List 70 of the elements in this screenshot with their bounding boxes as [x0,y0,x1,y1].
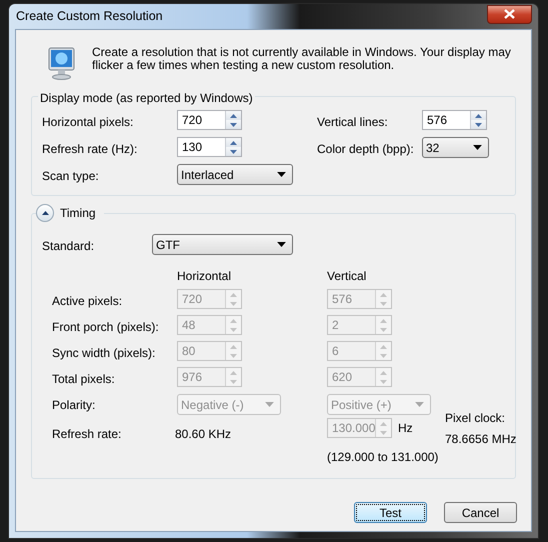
column-header: Horizontal [177,268,232,285]
spin-up-button[interactable] [226,111,241,120]
up-arrow-icon [230,292,237,296]
field-label: Color depth (bpp): [317,141,415,158]
caret-icon [277,242,286,247]
up-arrow-icon [475,114,482,118]
up-arrow-icon [380,292,387,296]
down-arrow-icon [475,122,482,126]
range-hint: (129.000 to 131.000) [327,449,440,466]
field-label: Active pixels: [52,293,124,310]
up-arrow-icon [230,140,237,144]
caret-icon [473,145,482,150]
pixel-clock-label: Pixel clock: [445,410,506,427]
down-arrow-icon [380,354,387,358]
close-button[interactable] [487,4,532,24]
field-label: Vertical lines: [317,114,389,131]
up-arrow-icon [380,370,387,374]
up-arrow-icon [42,211,48,215]
up-arrow-icon [230,370,237,374]
spin-box[interactable]: 130 [177,137,242,157]
down-arrow-icon [380,430,388,434]
down-arrow-icon [230,354,237,358]
dropdown[interactable]: GTF [152,234,293,255]
horizontal-rate: 80.60 KHz [175,426,232,443]
unit-label: Hz [398,420,413,437]
window-title: Create Custom Resolution [15,8,163,26]
up-arrow-icon [380,344,387,348]
field-label: Polarity: [52,397,96,414]
up-arrow-icon [230,318,237,322]
up-arrow-icon [380,422,388,426]
column-header: Vertical [327,268,368,285]
spin-down-button[interactable] [471,120,486,129]
dialog-button[interactable]: Cancel [444,502,517,523]
spin-up-button[interactable] [226,138,241,147]
field-label: Front porch (pixels): [52,319,160,336]
intro-text: Create a resolution that is not currently available in Windows. Your display may flicker a few times when testing a new custom resolution. [92,46,512,74]
monitor-icon [48,47,75,81]
field-label: Total pixels: [52,371,116,388]
down-arrow-icon [380,328,387,332]
field-label: Sync width (pixels): [52,345,156,362]
spin-box[interactable]: 720 [177,110,242,130]
spin-up-button[interactable] [471,111,486,120]
down-arrow-icon [230,380,237,384]
up-arrow-icon [380,318,387,322]
group-title: Timing [60,205,96,222]
down-arrow-icon [230,328,237,332]
up-arrow-icon [230,114,237,118]
down-arrow-icon [230,302,237,306]
field-label: Refresh rate: [52,426,122,443]
collapse-button[interactable] [36,204,54,222]
caret-icon [415,402,424,407]
pixel-clock-value: 78.6656 MHz [445,431,518,448]
spin-box[interactable]: 576 [422,110,487,130]
field-label: Refresh rate (Hz): [42,141,138,158]
up-arrow-icon [230,344,237,348]
down-arrow-icon [230,150,237,154]
caret-icon [277,172,286,177]
dropdown[interactable]: 32 [422,137,489,158]
field-label: Scan type: [42,168,100,185]
close-icon [504,9,515,19]
dialog-button[interactable]: Test [354,502,427,523]
down-arrow-icon [380,302,387,306]
caret-icon [265,402,274,407]
spin-down-button[interactable] [226,147,241,156]
spin-down-button[interactable] [226,120,241,129]
down-arrow-icon [380,380,387,384]
down-arrow-icon [230,122,237,126]
dropdown[interactable]: Interlaced [177,164,293,185]
field-label: Standard: [42,238,96,255]
field-label: Horizontal pixels: [42,114,134,131]
